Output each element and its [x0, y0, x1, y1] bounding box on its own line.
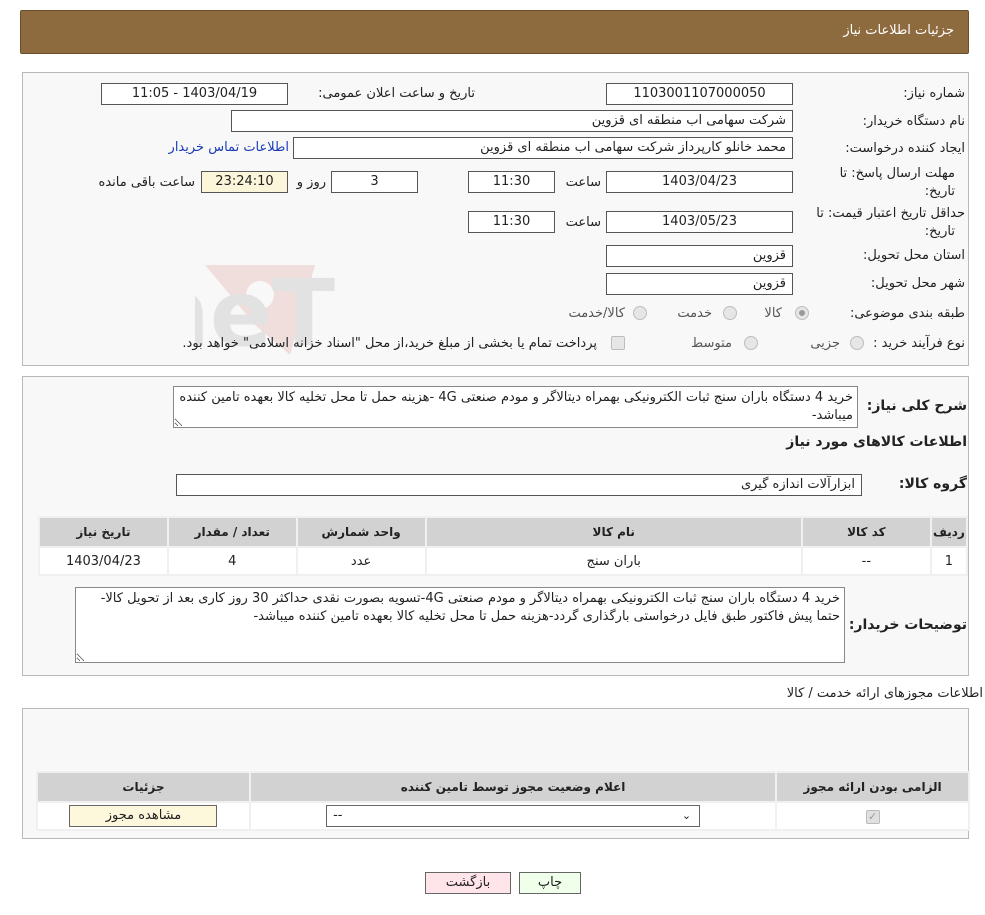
province-field: قزوین: [606, 245, 793, 267]
chevron-down-icon: ⌄: [681, 809, 692, 822]
buyer-org-field: شرکت سهامی اب منطقه ای قزوین: [231, 110, 793, 132]
buyer-notes-textarea[interactable]: خرید 4 دستگاه باران سنج ثبات الکترونیکی …: [75, 587, 845, 663]
need-number-label: شماره نیاز:: [903, 86, 965, 101]
category-option-goods-service: کالا/خدمت: [568, 306, 625, 321]
col-row-header: ردیف: [931, 518, 966, 546]
deadline-days-label: روز و: [296, 175, 326, 190]
validity-date-field: 1403/05/23: [606, 211, 793, 233]
cell-unit: عدد: [297, 548, 425, 574]
validity-time-field: 11:30: [468, 211, 555, 233]
permits-table-header-row: الزامی بودن ارائه مجوز اعلام وضعیت مجوز …: [38, 773, 968, 801]
page-title: جزئیات اطلاعات نیاز: [843, 23, 954, 38]
col-unit-header: واحد شمارش: [297, 518, 425, 546]
goods-table: ردیف کد کالا نام کالا واحد شمارش تعداد /…: [38, 516, 968, 576]
permits-table-wrapper: الزامی بودن ارائه مجوز اعلام وضعیت مجوز …: [36, 771, 970, 831]
summary-textarea[interactable]: خرید 4 دستگاه باران سنج ثبات الکترونیکی …: [173, 386, 858, 428]
cell-permit-required: ✓: [777, 803, 968, 829]
permits-title: اطلاعات مجوزهای ارائه خدمت / کالا: [786, 686, 983, 701]
print-button[interactable]: چاپ: [519, 872, 581, 894]
announce-field: 1403/04/19 - 11:05: [101, 83, 288, 105]
permits-table: الزامی بودن ارائه مجوز اعلام وضعیت مجوز …: [36, 771, 970, 831]
validity-time-label: ساعت: [565, 215, 601, 230]
back-button[interactable]: بازگشت: [425, 872, 511, 894]
process-option-minor: جزیی: [810, 336, 840, 351]
goods-table-header-row: ردیف کد کالا نام کالا واحد شمارش تعداد /…: [40, 518, 966, 546]
goods-group-field: ابزارآلات اندازه گیری: [176, 474, 862, 496]
remaining-time-label: ساعت باقی مانده: [98, 175, 195, 190]
col-permit-required-header: الزامی بودن ارائه مجوز: [777, 773, 968, 801]
col-date-header: تاریخ نیاز: [40, 518, 167, 546]
permit-status-value: --: [333, 808, 343, 823]
city-label: شهر محل تحویل:: [870, 276, 965, 291]
process-radio-minor[interactable]: [850, 336, 864, 350]
treasury-note: پرداخت تمام یا بخشی از مبلغ خرید،از محل …: [182, 336, 597, 351]
category-label: طبقه بندی موضوعی:: [849, 306, 965, 321]
category-option-service: خدمت: [677, 306, 712, 321]
treasury-checkbox[interactable]: [611, 336, 625, 350]
process-radio-medium[interactable]: [744, 336, 758, 350]
category-radio-service[interactable]: [723, 306, 737, 320]
validity-label-line2: تاریخ:: [924, 224, 955, 239]
permit-required-checkbox[interactable]: ✓: [865, 809, 880, 824]
city-field: قزوین: [606, 273, 793, 295]
category-option-goods: کالا: [764, 306, 782, 321]
col-code-header: کد کالا: [802, 518, 930, 546]
cell-code: --: [802, 548, 930, 574]
deadline-time-field: 11:30: [468, 171, 555, 193]
cell-date: 1403/04/23: [40, 548, 167, 574]
goods-section-title: اطلاعات کالاهای مورد نیاز: [786, 434, 967, 450]
table-row: ✓ -- ⌄ مشاهده مجوز: [38, 803, 968, 829]
cell-row: 1: [931, 548, 966, 574]
category-radio-goods[interactable]: [795, 306, 809, 320]
col-name-header: نام کالا: [426, 518, 801, 546]
col-permit-details-header: جزئیات: [38, 773, 249, 801]
deadline-label-line2: تاریخ:: [924, 184, 955, 199]
cell-permit-details: مشاهده مجوز: [38, 803, 249, 829]
col-permit-status-header: اعلام وضعیت مجوز توسط تامین کننده: [250, 773, 776, 801]
cell-qty: 4: [168, 548, 296, 574]
table-row: 1 -- باران سنج عدد 4 1403/04/23: [40, 548, 966, 574]
buyer-notes-label: توضیحات خریدار:: [848, 617, 967, 633]
process-option-medium: متوسط: [691, 336, 732, 351]
announce-label: تاریخ و ساعت اعلان عمومی:: [318, 86, 475, 101]
permit-status-select[interactable]: -- ⌄: [326, 805, 701, 827]
summary-label: شرح کلی نیاز:: [866, 398, 967, 414]
remaining-time-field: 23:24:10: [201, 171, 288, 193]
process-label: نوع فرآیند خرید :: [873, 336, 965, 351]
cell-permit-status: -- ⌄: [250, 803, 776, 829]
province-label: استان محل تحویل:: [863, 248, 965, 263]
requester-field: محمد خانلو کارپرداز شرکت سهامی اب منطقه …: [293, 137, 793, 159]
deadline-label-line1: مهلت ارسال پاسخ: تا: [839, 166, 955, 181]
buyer-org-label: نام دستگاه خریدار:: [862, 114, 965, 129]
validity-label-line1: حداقل تاریخ اعتبار قیمت: تا: [816, 206, 965, 221]
goods-group-label: گروه کالا:: [898, 476, 967, 492]
need-number-field: 1103001107000050: [606, 83, 793, 105]
col-qty-header: تعداد / مقدار: [168, 518, 296, 546]
requester-label: ایجاد کننده درخواست:: [845, 141, 965, 156]
view-permit-button[interactable]: مشاهده مجوز: [69, 805, 218, 827]
deadline-time-label: ساعت: [565, 175, 601, 190]
buyer-contact-link[interactable]: اطلاعات تماس خریدار: [169, 140, 289, 155]
cell-name: باران سنج: [426, 548, 801, 574]
deadline-date-field: 1403/04/23: [606, 171, 793, 193]
page-header: جزئیات اطلاعات نیاز: [20, 10, 969, 54]
deadline-days-field: 3: [331, 171, 418, 193]
goods-table-wrapper: ردیف کد کالا نام کالا واحد شمارش تعداد /…: [38, 516, 968, 576]
category-radio-goods-service[interactable]: [633, 306, 647, 320]
